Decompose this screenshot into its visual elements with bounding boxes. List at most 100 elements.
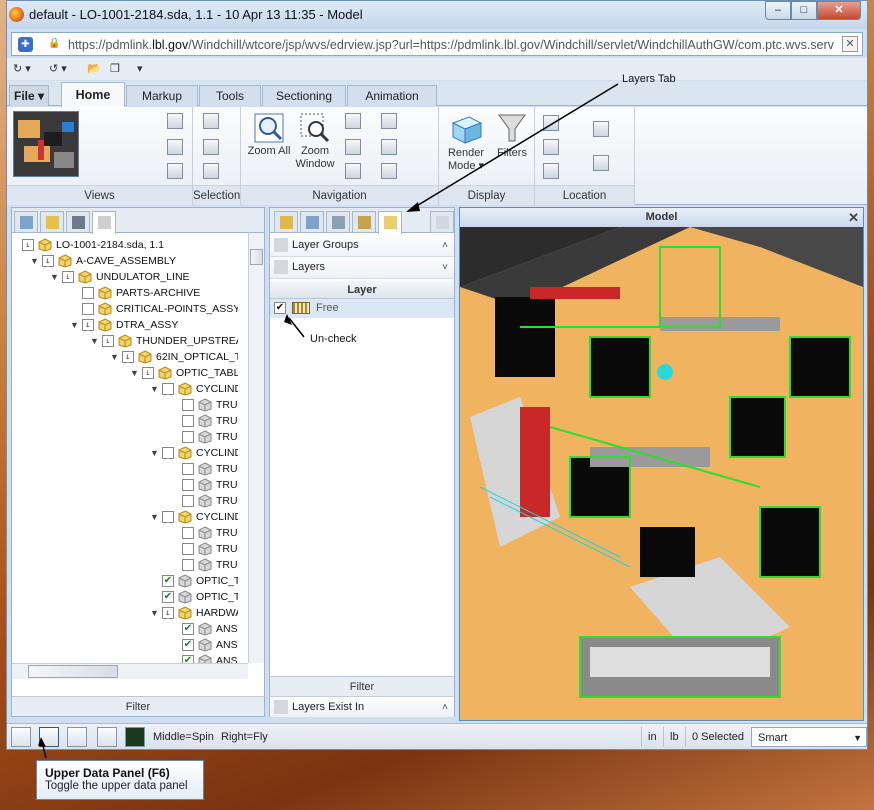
model-3d-render[interactable]	[460, 227, 863, 720]
fullscreen-button[interactable]	[97, 727, 117, 747]
tree-checkbox[interactable]	[182, 479, 194, 491]
view-list-icon[interactable]	[167, 139, 183, 155]
close-model-icon[interactable]: ✕	[848, 208, 859, 227]
tree-checkbox[interactable]: ʟ	[42, 255, 54, 267]
tree-checkbox[interactable]: ✔	[182, 639, 194, 651]
tab-structure[interactable]	[14, 211, 38, 233]
render-mode-button[interactable]: Render Mode ▾	[441, 113, 491, 173]
expand-toggle-icon[interactable]: ▼	[70, 317, 80, 333]
tree-checkbox[interactable]	[182, 559, 194, 571]
zoom-box-icon[interactable]	[345, 163, 361, 179]
tab-properties[interactable]	[326, 211, 350, 233]
tab-markup[interactable]: Markup	[126, 85, 198, 106]
chevron-up-icon[interactable]: ˄	[442, 235, 448, 256]
location-box-icon[interactable]	[593, 155, 609, 171]
layers-filter-label[interactable]: Filter	[270, 676, 454, 696]
expand-toggle-icon[interactable]: ▼	[130, 365, 140, 381]
location-chart-icon[interactable]	[543, 163, 559, 179]
url-text[interactable]: https://pdmlink.lbl.gov/Windchill/wtcore…	[68, 38, 842, 52]
tab-tools[interactable]: Tools	[199, 85, 261, 106]
tab-edit[interactable]	[40, 211, 64, 233]
layer-column-header[interactable]: Layer	[270, 281, 454, 299]
tree-checkbox[interactable]: ✔	[162, 591, 174, 603]
tree-vertical-scrollbar[interactable]	[248, 233, 264, 663]
expand-toggle-icon[interactable]: ▼	[90, 333, 100, 349]
layers-exist-in-row[interactable]: Layers Exist In ˄	[270, 696, 454, 718]
structure-panel-button[interactable]	[67, 727, 87, 747]
tree-checkbox[interactable]	[182, 431, 194, 443]
redo-menu-icon[interactable]: ↻ ▾	[13, 62, 31, 75]
maximize-button[interactable]: □	[791, 1, 817, 20]
location-down-icon[interactable]	[543, 139, 559, 155]
layer-groups-row[interactable]: Layer Groups ˄	[270, 235, 454, 257]
tab-bom[interactable]	[352, 211, 376, 233]
orbit-icon[interactable]	[381, 139, 397, 155]
nav-mode-icon[interactable]	[381, 163, 397, 179]
expand-toggle-icon[interactable]: ▼	[50, 269, 60, 285]
tab-hierarchy[interactable]	[66, 211, 90, 233]
tab-dock[interactable]	[430, 211, 454, 233]
tree-checkbox[interactable]: ʟ	[122, 351, 134, 363]
tree-checkbox[interactable]: ✔	[182, 655, 194, 663]
tree-checkbox[interactable]	[182, 415, 194, 427]
expand-toggle-icon[interactable]: ▼	[150, 445, 160, 461]
expand-toggle-icon[interactable]: ▼	[150, 509, 160, 525]
open-folder-icon[interactable]: 📂	[87, 62, 101, 75]
chevron-down-icon[interactable]: ▼	[853, 728, 862, 748]
upper-data-panel-button[interactable]	[39, 727, 59, 747]
view-grid-icon[interactable]	[167, 163, 183, 179]
tab-annotations[interactable]	[274, 211, 298, 233]
tree-checkbox[interactable]: ʟ	[162, 607, 174, 619]
fly-icon[interactable]	[345, 139, 361, 155]
tree-checkbox[interactable]	[82, 303, 94, 315]
layer-row-free[interactable]: ✔ Free	[270, 299, 454, 318]
tree-checkbox[interactable]	[182, 495, 194, 507]
expand-toggle-icon[interactable]: ▼	[150, 605, 160, 621]
view-save-icon[interactable]	[167, 113, 183, 129]
binoculars-icon[interactable]	[203, 113, 219, 129]
tree-filter-label[interactable]: Filter	[12, 696, 264, 716]
unit-mass[interactable]: lb	[663, 727, 685, 747]
tab-sectioning[interactable]: Sectioning	[262, 85, 346, 106]
tree-checkbox[interactable]	[182, 463, 194, 475]
tab-layers[interactable]	[378, 211, 402, 234]
tree-hscroll-thumb[interactable]	[28, 665, 118, 678]
performance-icon[interactable]	[125, 727, 145, 747]
expand-toggle-icon[interactable]: ▼	[110, 349, 120, 365]
selection-mode-select[interactable]: Smart ▼	[751, 727, 867, 747]
expand-toggle-icon[interactable]: ▼	[150, 381, 160, 397]
select-arrow-icon[interactable]	[203, 139, 219, 155]
view-thumbnail[interactable]	[13, 111, 79, 177]
copy-icon[interactable]: ❐	[110, 62, 120, 75]
expand-toggle-icon[interactable]: ▼	[30, 253, 40, 269]
tree-horizontal-scrollbar[interactable]	[12, 663, 248, 679]
tree-checkbox[interactable]: ʟ	[62, 271, 74, 283]
close-window-button[interactable]: ✕	[817, 1, 861, 20]
tree-checkbox[interactable]: ✔	[182, 623, 194, 635]
tree-checkbox[interactable]: ʟ	[102, 335, 114, 347]
tree-checkbox[interactable]	[182, 399, 194, 411]
tree-checkbox[interactable]: ✔	[162, 575, 174, 587]
tab-parts[interactable]	[92, 211, 116, 234]
select-box-icon[interactable]	[203, 163, 219, 179]
pan-icon[interactable]	[345, 113, 361, 129]
minimize-button[interactable]: ‒	[765, 1, 791, 20]
tree-checkbox[interactable]	[182, 543, 194, 555]
tab-search[interactable]	[300, 211, 324, 233]
chevron-up-icon[interactable]: ˄	[442, 697, 448, 718]
tree-checkbox[interactable]: ʟ	[142, 367, 154, 379]
file-menu[interactable]: File ▾	[9, 85, 49, 106]
undo-menu-icon[interactable]: ↺ ▾	[49, 62, 67, 75]
spin-icon[interactable]	[381, 113, 397, 129]
tree-checkbox[interactable]	[82, 287, 94, 299]
lower-panel-button[interactable]	[11, 727, 31, 747]
filters-button[interactable]: Filters	[491, 111, 533, 160]
close-tab-icon[interactable]: ✕	[842, 36, 858, 52]
tab-home[interactable]: Home	[61, 82, 125, 107]
tree-checkbox[interactable]	[162, 383, 174, 395]
tree-checkbox[interactable]: ʟ	[22, 239, 34, 251]
zoom-all-button[interactable]: Zoom All	[247, 113, 291, 158]
tab-animation[interactable]: Animation	[347, 85, 437, 106]
chevron-down-icon[interactable]: ˅	[442, 257, 448, 278]
location-pointer-icon[interactable]	[593, 121, 609, 137]
